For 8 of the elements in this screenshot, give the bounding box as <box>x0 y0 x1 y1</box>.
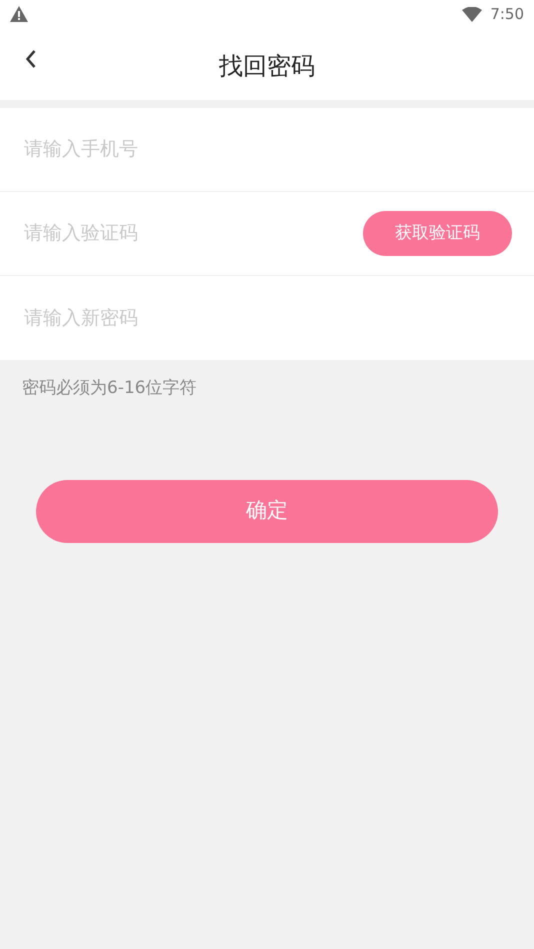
page-title: 找回密码 <box>219 52 315 80</box>
get-code-button[interactable]: 获取验证码 <box>363 211 512 256</box>
back-icon <box>26 50 36 68</box>
hint-text: 密码必须为6-16位字符 <box>22 378 197 398</box>
wifi-icon <box>462 6 482 22</box>
clock: 7:50 <box>490 4 524 25</box>
warning-icon <box>10 6 28 22</box>
confirm-button[interactable]: 确定 <box>36 480 498 542</box>
